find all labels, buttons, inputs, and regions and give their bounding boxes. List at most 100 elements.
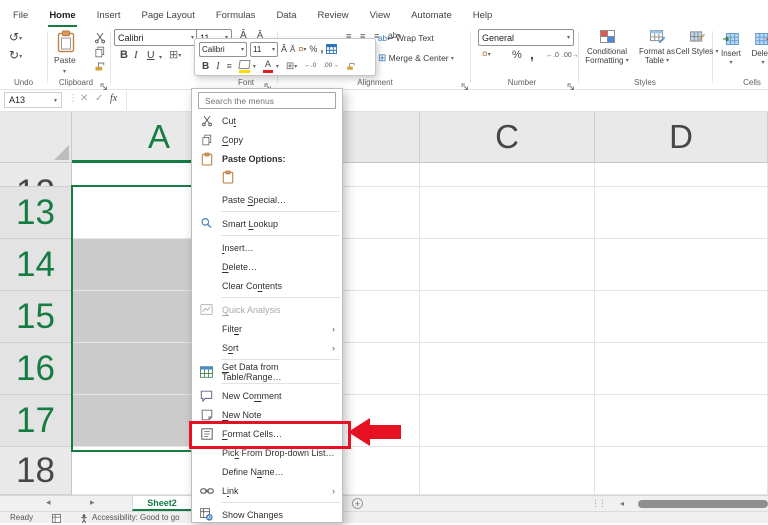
mini-fill-color-button[interactable]	[239, 60, 250, 73]
menu-item-paste-special[interactable]: Paste Special…	[192, 190, 342, 209]
cell-D13[interactable]	[595, 187, 768, 239]
menu-item-paste-keep-source-formatting[interactable]	[192, 168, 342, 190]
sheet-next-icon[interactable]: ▸	[90, 498, 95, 507]
mini-percent-button[interactable]: %	[309, 45, 317, 54]
column-header-C[interactable]: C	[420, 112, 595, 163]
mini-format-table-icon[interactable]	[326, 44, 337, 56]
menu-item-delete[interactable]: Delete…	[192, 257, 342, 276]
underline-dropdown[interactable]: ▾	[159, 53, 162, 63]
conditional-formatting-button[interactable]: Conditional Formatting ▾	[584, 30, 630, 66]
ribbon-tab-review[interactable]: Review	[317, 5, 350, 28]
paste-dropdown[interactable]: ▾	[63, 67, 66, 77]
increase-decimal-button[interactable]: ←.0	[546, 52, 559, 59]
alignment-dialog-launcher[interactable]	[461, 78, 469, 86]
mini-decrease-decimal-button[interactable]: .00→	[323, 63, 339, 70]
menu-item-sort[interactable]: Sort›	[192, 338, 342, 357]
underline-button[interactable]: U	[147, 50, 155, 61]
mini-fill-color-dropdown[interactable]: ▾	[253, 63, 256, 70]
sheet-tab-active[interactable]: Sheet2	[132, 496, 192, 511]
ribbon-tab-insert[interactable]: Insert	[96, 5, 122, 28]
mini-font-color-button[interactable]: A	[263, 60, 273, 73]
cell-D16[interactable]	[595, 343, 768, 395]
cell-C16[interactable]	[420, 343, 595, 395]
borders-button[interactable]: ⊞▾	[169, 50, 181, 61]
sheet-prev-icon[interactable]: ◂	[46, 498, 51, 507]
cell-styles-button[interactable]: Cell Styles ▾	[674, 30, 720, 57]
ribbon-tab-page-layout[interactable]: Page Layout	[140, 5, 195, 28]
paste-label[interactable]: Paste	[54, 56, 76, 65]
menu-item-new-note[interactable]: New Note	[192, 405, 342, 424]
italic-button[interactable]: I	[134, 50, 138, 61]
delete-cells-button[interactable]: Delete▾	[748, 33, 768, 68]
mini-align-center-button[interactable]: ≡	[227, 62, 232, 71]
mini-grow-font-button[interactable]: Â	[281, 45, 287, 54]
mini-format-painter-button[interactable]	[346, 61, 356, 73]
cell-C12[interactable]	[420, 163, 595, 187]
decrease-decimal-button[interactable]: .00→	[562, 52, 579, 59]
row-header-12[interactable]: 12	[0, 163, 72, 187]
cell-D14[interactable]	[595, 239, 768, 291]
accessibility-icon[interactable]	[80, 514, 88, 525]
menu-item-insert[interactable]: Insert…	[192, 238, 342, 257]
menu-item-clear-contents[interactable]: Clear Contents	[192, 276, 342, 295]
comma-style-button[interactable]: ,	[530, 47, 534, 61]
mini-increase-decimal-button[interactable]: ←.0	[304, 63, 316, 70]
menu-item-cut[interactable]: Cut	[192, 111, 342, 130]
percent-style-button[interactable]: %	[512, 50, 522, 61]
ribbon-tab-help[interactable]: Help	[472, 5, 494, 28]
menu-item-filter[interactable]: Filter›	[192, 319, 342, 338]
insert-function-button[interactable]: fx	[110, 93, 117, 104]
cell-D17[interactable]	[595, 395, 768, 447]
cut-button[interactable]	[94, 32, 106, 47]
macro-record-icon[interactable]	[52, 514, 61, 525]
menu-item-show-changes[interactable]: Show Changes	[192, 505, 342, 523]
wrap-text-button[interactable]: ab↩ Wrap Text	[378, 34, 434, 43]
undo-button[interactable]: ↺▾	[9, 31, 22, 43]
insert-cells-button[interactable]: Insert▾	[716, 33, 746, 68]
menu-item-format-cells[interactable]: Format Cells…	[192, 424, 342, 443]
name-box[interactable]: A13▾	[4, 92, 62, 108]
ribbon-tab-data[interactable]: Data	[275, 5, 297, 28]
new-sheet-button[interactable]: +	[352, 498, 363, 509]
clipboard-dialog-launcher[interactable]	[100, 78, 108, 86]
accessibility-status[interactable]: Accessibility: Good to go	[92, 514, 180, 522]
format-painter-button[interactable]	[94, 60, 106, 75]
confirm-entry-icon[interactable]: ✓	[95, 93, 103, 104]
column-header-D[interactable]: D	[595, 112, 768, 163]
cell-C17[interactable]	[420, 395, 595, 447]
row-header-18[interactable]: 18	[0, 447, 72, 495]
ribbon-tab-view[interactable]: View	[369, 5, 391, 28]
mini-italic-button[interactable]: I	[216, 62, 219, 72]
cell-C13[interactable]	[420, 187, 595, 239]
mini-font-color-dropdown[interactable]: ▾	[276, 63, 279, 70]
menu-item-new-comment[interactable]: New Comment	[192, 386, 342, 405]
mini-bold-button[interactable]: B	[202, 62, 209, 72]
cell-C15[interactable]	[420, 291, 595, 343]
menu-item-smart-lookup[interactable]: Smart Lookup	[192, 214, 342, 233]
horizontal-scrollbar-thumb[interactable]	[638, 500, 768, 508]
mini-shrink-font-button[interactable]: Ǎ	[290, 46, 295, 54]
formula-bar-splitter[interactable]: ⋮	[68, 93, 78, 104]
mini-font-size-combo[interactable]: 11▾	[250, 42, 278, 57]
menu-item-paste-options[interactable]: Paste Options:	[192, 149, 342, 168]
ribbon-tab-automate[interactable]: Automate	[410, 5, 453, 28]
ribbon-tab-home[interactable]: Home	[48, 5, 76, 27]
cancel-entry-icon[interactable]: ✕	[80, 93, 88, 104]
redo-button[interactable]: ↻▾	[9, 49, 22, 61]
menu-item-link[interactable]: Link›	[192, 481, 342, 500]
mini-font-name-combo[interactable]: Calibri▾	[199, 42, 247, 57]
cell-C14[interactable]	[420, 239, 595, 291]
ribbon-tab-formulas[interactable]: Formulas	[215, 5, 257, 28]
mini-comma-button[interactable]: ,	[320, 44, 323, 55]
row-header-17[interactable]: 17	[0, 395, 72, 447]
menu-item-define-name[interactable]: Define Name…	[192, 462, 342, 481]
select-all-corner[interactable]	[0, 112, 72, 163]
menu-item-copy[interactable]: Copy	[192, 130, 342, 149]
paste-button[interactable]	[56, 30, 76, 57]
row-header-13[interactable]: 13	[0, 187, 72, 239]
scrollbar-splitter[interactable]: ⋮⋮	[591, 498, 605, 509]
copy-button[interactable]	[94, 46, 106, 61]
scroll-left-icon[interactable]: ◂	[620, 499, 624, 508]
menu-item-pick-from-drop-down-list[interactable]: Pick From Drop-down List…	[192, 443, 342, 462]
number-format-combo[interactable]: General▾	[478, 29, 574, 46]
